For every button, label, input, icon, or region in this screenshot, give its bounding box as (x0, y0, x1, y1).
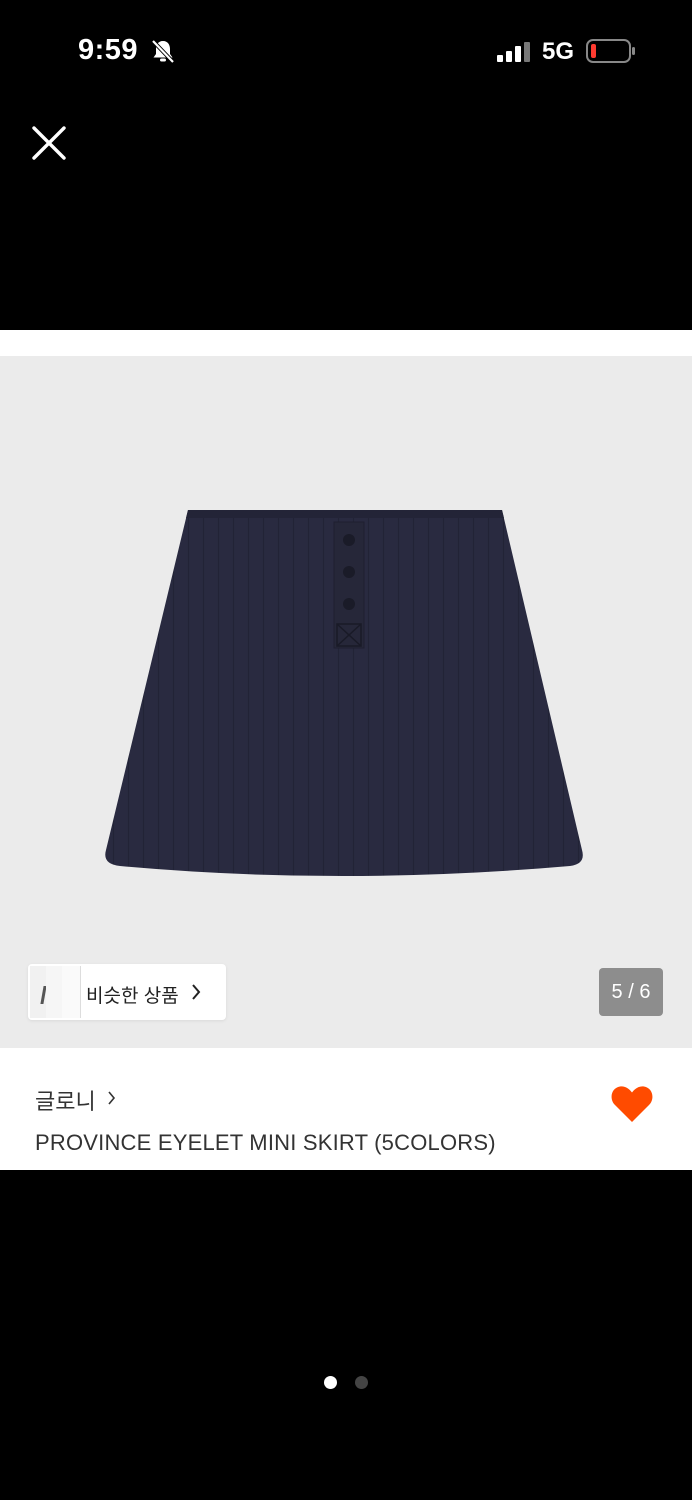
product-info: 글로니 PROVINCE EYELET MINI SKIRT (5COLORS) (0, 1048, 692, 1170)
heart-icon[interactable] (610, 1084, 654, 1124)
silent-bell-icon (151, 39, 175, 64)
brand-link[interactable]: 글로니 (35, 1084, 96, 1116)
similar-thumbnails (28, 964, 92, 1020)
status-bar: 9:59 5G (0, 0, 692, 100)
battery-icon (586, 39, 635, 63)
status-time: 9:59 (78, 34, 139, 66)
similar-products-label: 비슷한 상품 (86, 986, 179, 1007)
similar-thumbnail (62, 966, 81, 1018)
similar-products-button[interactable]: 비슷한 상품 (28, 964, 226, 1020)
product-title: PROVINCE EYELET MINI SKIRT (5COLORS) (35, 1130, 496, 1155)
chevron-right-icon (108, 1091, 116, 1105)
pagination-dot[interactable] (355, 1376, 368, 1389)
image-page-counter: 5 / 6 (599, 968, 663, 1016)
skirt-photo (105, 510, 583, 876)
close-icon[interactable] (32, 126, 66, 160)
product-card: 비슷한 상품 5 / 6 글로니 PROVINCE EYELET MINI SK… (0, 330, 692, 1170)
product-image[interactable]: 비슷한 상품 5 / 6 (0, 356, 692, 1048)
pagination-dots (324, 1376, 374, 1390)
chevron-right-icon (192, 984, 201, 1000)
pagination-dot-active[interactable] (324, 1376, 337, 1389)
signal-icon (497, 42, 530, 62)
network-label: 5G (542, 38, 575, 65)
